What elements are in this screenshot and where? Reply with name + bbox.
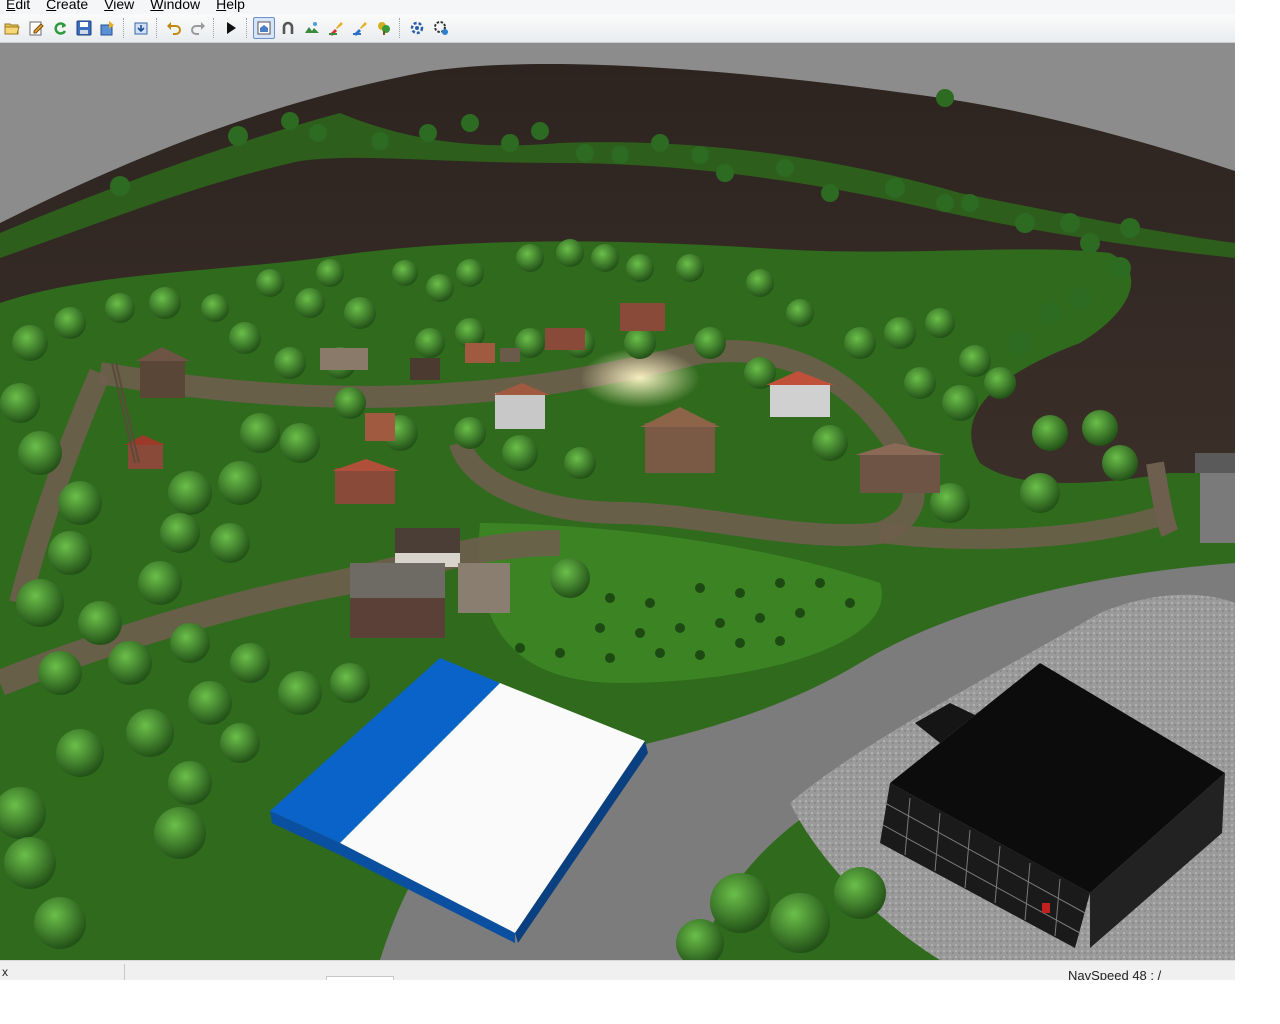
edit-icon[interactable] xyxy=(25,17,47,39)
toolbar-tools-group xyxy=(252,16,396,40)
menu-window[interactable]: Window xyxy=(142,0,208,14)
menu-help[interactable]: Help xyxy=(208,0,253,14)
foliage-icon[interactable] xyxy=(349,17,371,39)
3d-viewport[interactable] xyxy=(0,43,1235,960)
export-icon[interactable] xyxy=(97,17,119,39)
redo-icon[interactable] xyxy=(187,17,209,39)
toolbar xyxy=(0,14,1235,43)
refresh-icon[interactable] xyxy=(49,17,71,39)
toolbar-import-group xyxy=(129,16,153,40)
status-bar: x NavSpeed 48 : / xyxy=(0,960,1235,980)
terrain-icon[interactable] xyxy=(301,17,323,39)
menu-create[interactable]: Create xyxy=(38,0,96,14)
settings-icon[interactable] xyxy=(406,17,428,39)
toolbar-file-group xyxy=(0,16,120,40)
open-icon[interactable] xyxy=(1,17,23,39)
magnet-icon[interactable] xyxy=(277,17,299,39)
tools-icon[interactable] xyxy=(430,17,452,39)
toolbar-separator xyxy=(156,18,159,38)
toolbar-settings-group xyxy=(405,16,453,40)
status-panel xyxy=(124,964,325,980)
undo-icon[interactable] xyxy=(163,17,185,39)
status-coordinates: x xyxy=(2,965,8,979)
scene-render xyxy=(0,43,1235,960)
paint-icon[interactable] xyxy=(325,17,347,39)
plant-icon[interactable] xyxy=(373,17,395,39)
toolbar-separator xyxy=(213,18,216,38)
toolbar-run-group xyxy=(219,16,243,40)
editor-window: Edit Create View Window Help x NavSpeed … xyxy=(0,0,1235,980)
import-icon[interactable] xyxy=(130,17,152,39)
save-icon[interactable] xyxy=(73,17,95,39)
toolbar-history-group xyxy=(162,16,210,40)
toolbar-separator xyxy=(246,18,249,38)
play-icon[interactable] xyxy=(220,17,242,39)
home-view-icon[interactable] xyxy=(253,17,275,39)
toolbar-separator xyxy=(399,18,402,38)
menu-bar: Edit Create View Window Help xyxy=(0,0,1235,14)
toolbar-separator xyxy=(123,18,126,38)
status-tab[interactable] xyxy=(326,976,394,980)
menu-view[interactable]: View xyxy=(96,0,142,14)
menu-edit[interactable]: Edit xyxy=(0,0,38,14)
status-navspeed: NavSpeed 48 : / xyxy=(1068,968,1162,980)
